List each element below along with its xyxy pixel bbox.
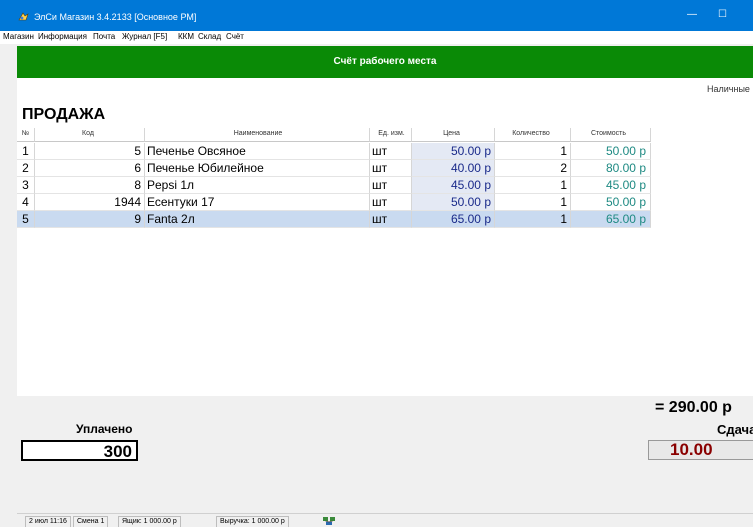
paid-label: Уплачено xyxy=(76,422,133,436)
paid-input[interactable]: 300 xyxy=(21,440,138,461)
column-header-name[interactable]: Наименование xyxy=(145,128,370,142)
cell-unit: шт xyxy=(370,143,412,160)
network-icon[interactable] xyxy=(322,516,336,526)
table-row[interactable]: 1 5 Печенье Овсяное шт 50.00 р 1 50.00 р xyxy=(17,143,651,160)
cell-name: Печенье Овсяное xyxy=(145,143,370,160)
table-row[interactable]: 3 8 Pepsi 1л шт 45.00 р 1 45.00 р xyxy=(17,177,651,194)
cell-quantity[interactable]: 1 xyxy=(495,177,571,194)
cell-code: 8 xyxy=(35,177,145,194)
app-window: ЭлСи Магазин 3.4.2133 [Основное РМ] — ☐ … xyxy=(0,0,753,527)
change-value: 10.00 xyxy=(670,440,713,459)
window-title: ЭлСи Магазин 3.4.2133 [Основное РМ] xyxy=(34,12,197,22)
cell-name: Pepsi 1л xyxy=(145,177,370,194)
cell-code: 5 xyxy=(35,143,145,160)
menu-item-shop[interactable]: Магазин xyxy=(3,32,34,41)
change-label: Сдача xyxy=(717,422,753,437)
workplace-header: Счёт рабочего места xyxy=(17,46,753,78)
status-shift: Смена 1 xyxy=(73,516,109,527)
cell-quantity[interactable]: 1 xyxy=(495,143,571,160)
menu-item-mail[interactable]: Почта xyxy=(93,32,115,41)
cell-name: Печенье Юбилейное xyxy=(145,160,370,177)
cell-quantity[interactable]: 2 xyxy=(495,160,571,177)
paid-value: 300 xyxy=(103,442,132,461)
cell-code: 1944 xyxy=(35,194,145,211)
cell-price[interactable]: 40.00 р xyxy=(412,160,495,177)
payment-method-label[interactable]: Наличные xyxy=(707,84,750,94)
column-header-number[interactable]: № xyxy=(17,128,35,142)
cell-cost: 50.00 р xyxy=(571,143,651,160)
table-row-selected[interactable]: 5 9 Fanta 2л шт 65.00 р 1 65.00 р xyxy=(17,211,651,228)
cell-unit: шт xyxy=(370,194,412,211)
cell-number: 5 xyxy=(17,211,35,228)
cell-number: 3 xyxy=(17,177,35,194)
cell-number: 1 xyxy=(17,143,35,160)
menu-item-info[interactable]: Информация xyxy=(38,32,87,41)
maximize-button[interactable]: ☐ xyxy=(718,9,727,20)
cell-price[interactable]: 50.00 р xyxy=(412,143,495,160)
total-amount: = 290.00 р xyxy=(655,399,732,416)
cell-code: 6 xyxy=(35,160,145,177)
minimize-button[interactable]: — xyxy=(687,9,697,20)
cell-number: 2 xyxy=(17,160,35,177)
sale-panel xyxy=(17,78,753,396)
menu-item-invoice[interactable]: Счёт xyxy=(226,32,244,41)
cell-cost: 45.00 р xyxy=(571,177,651,194)
cell-unit: шт xyxy=(370,211,412,228)
menu-item-kkm[interactable]: ККМ xyxy=(178,32,194,41)
table-row[interactable]: 2 6 Печенье Юбилейное шт 40.00 р 2 80.00… xyxy=(17,160,651,177)
cell-code: 9 xyxy=(35,211,145,228)
cell-price[interactable]: 45.00 р xyxy=(412,177,495,194)
column-header-quantity[interactable]: Количество xyxy=(495,128,571,142)
cell-unit: шт xyxy=(370,160,412,177)
section-title: ПРОДАЖА xyxy=(22,106,106,123)
status-bar: 2 июл 11:16 Смена 1 Ящик: 1 000.00 р Выр… xyxy=(17,513,753,527)
menu-item-journal[interactable]: Журнал [F5] xyxy=(122,32,167,41)
cell-cost: 65.00 р xyxy=(571,211,651,228)
menu-item-warehouse[interactable]: Склад xyxy=(198,32,221,41)
cell-price[interactable]: 65.00 р xyxy=(412,211,495,228)
column-header-cost[interactable]: Стоимость xyxy=(571,128,651,142)
cell-quantity[interactable]: 1 xyxy=(495,194,571,211)
column-header-code[interactable]: Код xyxy=(35,128,145,142)
table-row[interactable]: 4 1944 Есентуки 17 шт 50.00 р 1 50.00 р xyxy=(17,194,651,211)
workplace-header-title: Счёт рабочего места xyxy=(333,56,437,67)
status-drawer: Ящик: 1 000.00 р xyxy=(118,516,181,527)
column-header-unit[interactable]: Ед. изм. xyxy=(370,128,412,142)
status-revenue: Выручка: 1 000.00 р xyxy=(216,516,289,527)
cell-quantity[interactable]: 1 xyxy=(495,211,571,228)
cell-cost: 50.00 р xyxy=(571,194,651,211)
cell-name: Есентуки 17 xyxy=(145,194,370,211)
cell-number: 4 xyxy=(17,194,35,211)
cell-name: Fanta 2л xyxy=(145,211,370,228)
cell-price[interactable]: 50.00 р xyxy=(412,194,495,211)
title-bar[interactable]: ЭлСи Магазин 3.4.2133 [Основное РМ] — ☐ xyxy=(0,0,753,31)
status-datetime: 2 июл 11:16 xyxy=(25,516,71,527)
column-header-price[interactable]: Цена xyxy=(412,128,495,142)
cell-unit: шт xyxy=(370,177,412,194)
menu-bar: Магазин Информация Почта Журнал [F5] ККМ… xyxy=(0,31,753,44)
cell-cost: 80.00 р xyxy=(571,160,651,177)
app-logo-icon xyxy=(18,12,29,21)
